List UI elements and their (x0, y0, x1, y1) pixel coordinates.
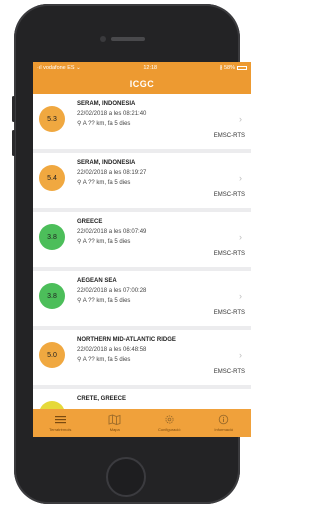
event-location: ⚲ A ?? km, fa 5 dies (77, 356, 130, 363)
battery-label: ∦ 58% (219, 65, 235, 71)
event-place: SERAM, INDONESIA (77, 101, 136, 107)
chevron-right-icon: › (239, 291, 242, 301)
event-place: GREECE (77, 219, 103, 225)
earthquake-list[interactable]: 5.3 SERAM, INDONESIA 22/02/2018 a les 08… (33, 94, 251, 409)
event-source: EMSC-RTS (213, 251, 245, 257)
front-camera (100, 36, 106, 42)
event-distance: A ?? km, fa 5 dies (82, 121, 131, 127)
event-datetime: 22/02/2018 a les 08:21:40 (77, 111, 147, 117)
tab-label: Terratrèmols (49, 427, 72, 432)
app-screen: ·ıl vodafone ES ⌄ 12:18 ∦ 58% ICGC 5.3 S… (33, 62, 251, 437)
event-datetime: 22/02/2018 a les 06:48:58 (77, 347, 147, 353)
event-distance: A ?? km, fa 5 dies (82, 239, 131, 245)
event-place: SERAM, INDONESIA (77, 160, 136, 166)
earthquake-row[interactable]: 5.0 NORTHERN MID-ATLANTIC RIDGE 22/02/20… (33, 330, 251, 385)
earpiece-speaker (111, 37, 145, 41)
event-location: ⚲ A ?? km, fa 5 dies (77, 297, 130, 304)
chevron-right-icon: › (239, 350, 242, 360)
status-bar: ·ıl vodafone ES ⌄ 12:18 ∦ 58% (33, 62, 251, 74)
event-datetime: 22/02/2018 a les 08:07:49 (77, 229, 147, 235)
event-datetime: 22/02/2018 a les 08:19:27 (77, 170, 147, 176)
page-title: ICGC (129, 79, 155, 89)
carrier-label: ·ıl vodafone ES ⌄ (37, 65, 81, 71)
earthquake-row[interactable]: 3.8 GREECE 22/02/2018 a les 08:07:49 ⚲ A… (33, 212, 251, 267)
event-distance: A ?? km, fa 5 dies (82, 298, 131, 304)
magnitude-badge: 5.4 (39, 165, 65, 191)
event-place: NORTHERN MID-ATLANTIC RIDGE (77, 337, 176, 343)
event-location: ⚲ A ?? km, fa 5 dies (77, 238, 130, 245)
tab-bar: Terratrèmols Mapa Configuració Informaci… (33, 409, 251, 437)
battery-icon (237, 65, 247, 70)
magnitude-badge: 5.3 (39, 106, 65, 132)
event-datetime: 22/02/2018 a les 07:00:28 (77, 288, 147, 294)
earthquake-row[interactable]: CRETE, GREECE (33, 389, 251, 409)
event-distance: A ?? km, fa 5 dies (82, 357, 131, 363)
nav-bar: ICGC (33, 74, 251, 94)
gear-icon (165, 415, 174, 424)
event-place: AEGEAN SEA (77, 278, 117, 284)
chevron-right-icon: › (239, 114, 242, 124)
event-source: EMSC-RTS (213, 369, 245, 375)
volume-button (12, 130, 15, 156)
chevron-right-icon: › (239, 173, 242, 183)
event-place: CRETE, GREECE (77, 396, 127, 402)
info-icon (218, 414, 229, 425)
tab-informacio[interactable]: Informació (200, 414, 248, 432)
magnitude-badge (39, 401, 65, 409)
magnitude-badge: 3.8 (39, 224, 65, 250)
tab-label: Mapa (109, 427, 120, 432)
event-source: EMSC-RTS (213, 192, 245, 198)
volume-button (12, 96, 15, 122)
event-source: EMSC-RTS (213, 310, 245, 316)
event-location: ⚲ A ?? km, fa 5 dies (77, 179, 130, 186)
tab-mapa[interactable]: Mapa (91, 414, 139, 432)
map-icon (108, 414, 121, 425)
event-distance: A ?? km, fa 5 dies (82, 180, 131, 186)
event-source: EMSC-RTS (213, 133, 245, 139)
chevron-right-icon: › (239, 232, 242, 242)
tab-terratremols[interactable]: Terratrèmols (36, 414, 84, 432)
tab-label: Informació (214, 427, 234, 432)
event-location: ⚲ A ?? km, fa 5 dies (77, 120, 130, 127)
earthquake-row[interactable]: 5.3 SERAM, INDONESIA 22/02/2018 a les 08… (33, 94, 251, 149)
list-icon (54, 416, 66, 424)
clock-label: 12:18 (143, 65, 158, 71)
tab-label: Configuració (158, 427, 181, 432)
tab-configuracio[interactable]: Configuració (145, 414, 193, 432)
magnitude-badge: 3.8 (39, 283, 65, 309)
battery-status: ∦ 58% (220, 65, 247, 71)
home-button[interactable] (106, 457, 146, 497)
earthquake-row[interactable]: 5.4 SERAM, INDONESIA 22/02/2018 a les 08… (33, 153, 251, 208)
earthquake-row[interactable]: 3.8 AEGEAN SEA 22/02/2018 a les 07:00:28… (33, 271, 251, 326)
magnitude-badge: 5.0 (39, 342, 65, 368)
